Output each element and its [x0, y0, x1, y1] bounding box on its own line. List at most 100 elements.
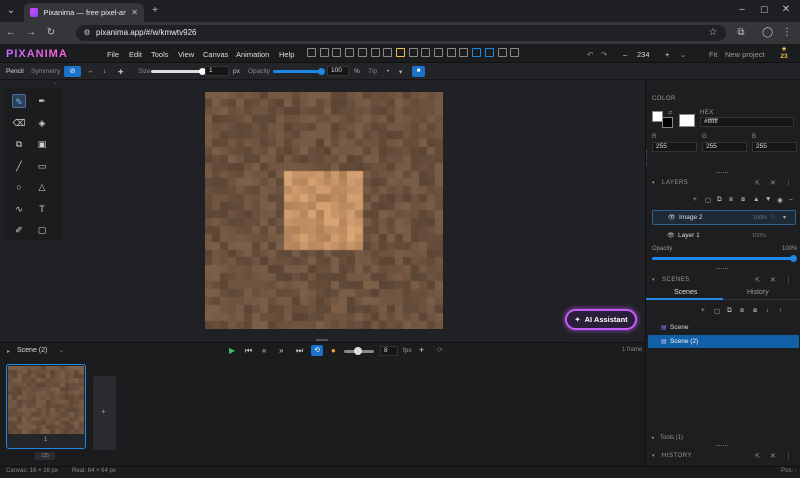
duplicate-scene-icon[interactable]: ⧉ [727, 307, 732, 315]
tools-collapse-icon[interactable]: ▸ [652, 435, 655, 441]
add-layer-icon[interactable]: + [693, 196, 697, 203]
last-frame-icon[interactable]: ⏭ [296, 346, 303, 356]
speed-slider-handle[interactable] [354, 347, 362, 355]
browser-menu-icon[interactable]: ⋮ [782, 28, 792, 38]
menu-view[interactable]: View [178, 50, 194, 59]
section-divider[interactable] [716, 268, 728, 270]
section-divider[interactable] [716, 445, 728, 447]
loop-toggle[interactable]: ⟲ [311, 345, 323, 356]
guides-icon[interactable] [446, 48, 456, 57]
merge-scene-icon[interactable]: ⧈ [740, 307, 744, 315]
visibility-icon[interactable]: ◉ [777, 196, 783, 204]
sync-icon[interactable]: ⟳ [437, 346, 443, 354]
zoom-in-icon[interactable]: + [665, 50, 669, 59]
image-icon[interactable] [408, 48, 418, 57]
import-icon[interactable] [357, 48, 367, 57]
layers-collapse-icon[interactable]: ▾ [652, 180, 655, 186]
link-icon[interactable] [383, 48, 393, 57]
scene-row-2-selected[interactable]: ▤ Scene (2) [648, 335, 799, 348]
opacity-slider-handle[interactable] [318, 68, 325, 75]
pixel-perfect-off-icon[interactable]: • [387, 68, 389, 75]
symmetry-horizontal-icon[interactable]: ↔ [87, 68, 94, 75]
next-frame-icon[interactable]: » [279, 346, 283, 355]
prev-frame-icon[interactable]: « [262, 346, 266, 355]
reload-icon[interactable]: ↻ [46, 28, 56, 38]
menu-edit[interactable]: Edit [129, 50, 142, 59]
ai-assistant-button[interactable]: ✦ AI Assistant [565, 309, 637, 330]
first-frame-icon[interactable]: ⏮ [245, 346, 252, 356]
opacity-input[interactable]: 100 [327, 66, 349, 76]
forward-icon[interactable]: → [26, 28, 36, 38]
grid-icon[interactable] [421, 48, 431, 57]
history-collapse-icon[interactable]: ▾ [652, 453, 655, 459]
back-icon[interactable]: ← [6, 28, 16, 38]
play-icon[interactable]: ▶ [229, 346, 235, 355]
add-frame-slot[interactable]: + [93, 376, 116, 450]
ellipse-tool-icon[interactable]: ○ [12, 180, 26, 194]
g-input[interactable]: 255 [702, 142, 747, 152]
palette-icon[interactable] [497, 48, 507, 57]
shape-select-tool-icon[interactable]: ⧉ [12, 137, 26, 151]
eye-icon[interactable]: 👁 [668, 214, 676, 221]
badge[interactable]: ★ 23 [777, 46, 791, 62]
rectangle-tool-icon[interactable]: ▭ [35, 159, 49, 173]
history-menu-icon[interactable]: ⋮ [785, 452, 792, 460]
add-scene-icon[interactable]: + [701, 307, 705, 314]
merge-icon[interactable]: ⧈ [729, 196, 733, 204]
section-divider[interactable] [716, 172, 728, 174]
scenes-menu-icon[interactable]: ⋮ [785, 276, 792, 284]
open-icon[interactable] [319, 48, 329, 57]
size-input[interactable]: 1 [205, 66, 229, 76]
tab-scenes[interactable]: Scenes [646, 286, 723, 300]
frames-icon[interactable] [484, 48, 494, 57]
pen-tool-icon[interactable]: ✒ [35, 94, 49, 108]
delete-icon[interactable]: – [789, 196, 793, 203]
minimize-icon[interactable]: – [737, 5, 747, 15]
export-icon[interactable] [345, 48, 355, 57]
layer-row-layer1[interactable]: 👁 Layer 1 100% [652, 228, 796, 240]
pixel-perfect-on-icon[interactable]: ▾ [399, 68, 402, 76]
site-info-icon[interactable]: ⚙ [82, 28, 92, 38]
frame-thumbnail[interactable]: 1 [6, 364, 86, 449]
copy-scene-icon[interactable]: ⧇ [753, 307, 757, 315]
bookmark-icon[interactable]: ☆ [708, 28, 718, 38]
panel-resize-handle[interactable] [646, 150, 649, 166]
symmetry-off-button[interactable]: ⊘ [64, 66, 81, 77]
redo-icon[interactable]: ↷ [601, 50, 607, 59]
eyedropper-tool-icon[interactable]: ✐ [12, 223, 26, 237]
tab-list-icon[interactable]: ⌄ [6, 6, 16, 16]
layer-row-image2[interactable]: 👁 Image 2 100% ⌂ ▾ [652, 210, 796, 225]
maximize-icon[interactable]: ☐ [759, 5, 769, 15]
extensions-icon[interactable]: ⧉ [736, 28, 746, 38]
zoom-dropdown-icon[interactable]: ⌄ [680, 50, 686, 59]
layers-menu-icon[interactable]: ⋮ [785, 179, 792, 187]
profile-icon[interactable]: ◯ [762, 28, 773, 38]
duplicate-icon[interactable]: ⧉ [717, 196, 722, 204]
menu-canvas[interactable]: Canvas [203, 50, 228, 59]
new-file-icon[interactable] [307, 48, 316, 57]
save-icon[interactable] [332, 48, 342, 57]
fit-button[interactable]: Fit [709, 50, 717, 59]
close-tab-icon[interactable]: ✕ [131, 8, 138, 18]
scenes-pin-icon[interactable]: ⇱ [755, 277, 760, 284]
line-tool-icon[interactable]: ╱ [12, 159, 26, 173]
r-input[interactable]: 255 [652, 142, 697, 152]
hex-input[interactable]: #ffffff [700, 117, 794, 127]
browser-tab[interactable]: Pixanima — free pixel-art & ani ✕ [24, 3, 144, 22]
eraser-tool-icon[interactable]: ⌫ [12, 116, 26, 130]
fps-input[interactable]: 8 [380, 346, 398, 356]
history-close-icon[interactable]: ✕ [770, 452, 776, 460]
timeline-resize-handle[interactable] [316, 339, 328, 341]
zoom-value[interactable]: 234 [637, 50, 650, 59]
scenes-collapse-icon[interactable]: ▾ [652, 277, 655, 283]
app-logo[interactable]: PIXANIMA [6, 48, 68, 60]
undo-icon[interactable]: ↶ [587, 50, 593, 59]
opacity-slider[interactable] [273, 70, 323, 73]
scenes-close-icon[interactable]: ✕ [770, 276, 776, 284]
layer-opacity-slider[interactable] [652, 257, 794, 260]
move-up-icon[interactable]: ↑ [779, 307, 782, 314]
tab-history[interactable]: History [723, 286, 800, 300]
collapse-scene-icon[interactable]: ▸ [7, 348, 10, 355]
layers-pin-icon[interactable]: ⇱ [755, 180, 760, 187]
close-window-icon[interactable]: ✕ [781, 5, 791, 15]
